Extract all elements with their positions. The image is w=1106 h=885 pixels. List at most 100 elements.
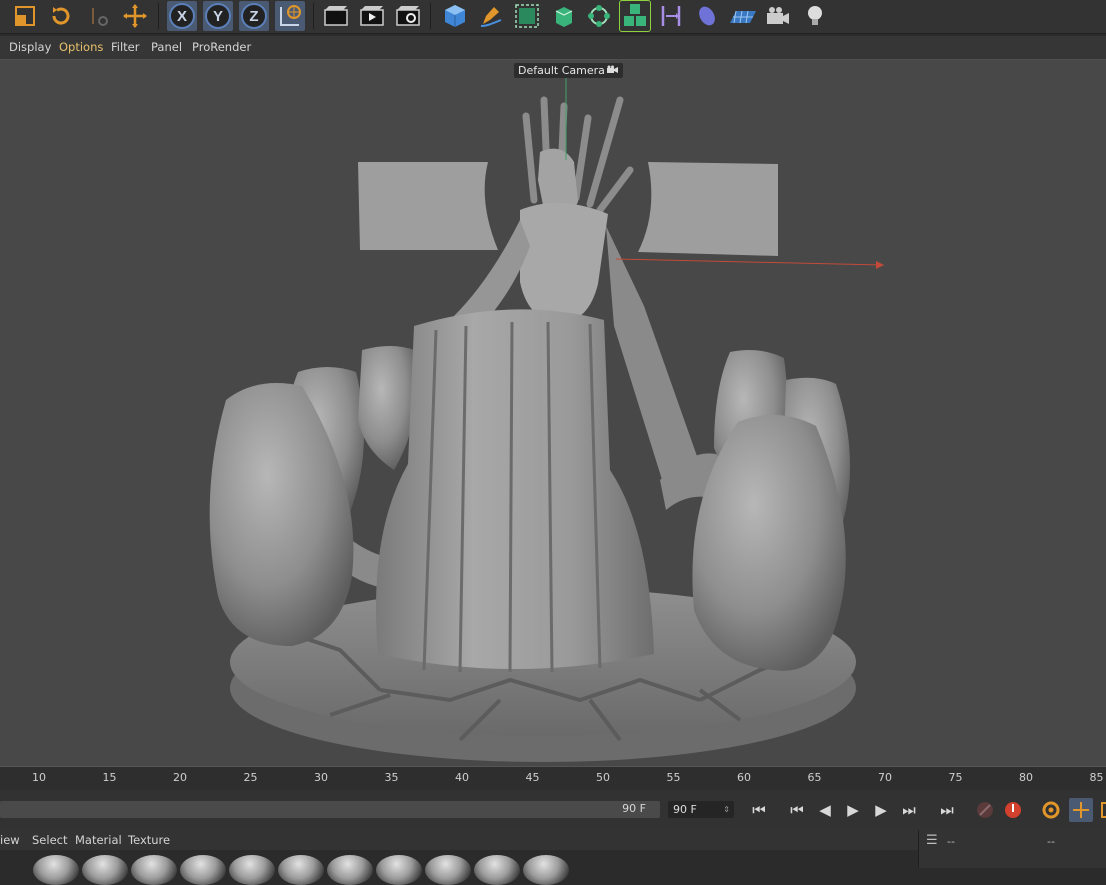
material-swatch[interactable]	[523, 855, 569, 885]
vase-back-center	[358, 346, 417, 470]
menu-view[interactable]: iew	[0, 833, 20, 847]
timeline-tick-label: 75	[948, 771, 963, 784]
viewport-menubar: Display Options Filter Panel ProRender	[0, 36, 1106, 60]
previous-frame-icon[interactable]: ◀	[813, 798, 837, 822]
menu-prorender[interactable]: ProRender	[192, 40, 251, 54]
world-coordinates-icon[interactable]	[275, 1, 305, 31]
stepper-arrows-icon[interactable]: ⇕	[723, 801, 730, 818]
z-axis-label: Z	[249, 8, 258, 25]
playback-bar: 90 F 90 F ⇕ ⏮ ⏮ ◀ ▶ ▶ ⏭ ⏭	[0, 790, 1106, 830]
menu-filter[interactable]: Filter	[111, 40, 139, 54]
3d-viewport[interactable]: Default Camera	[0, 60, 1106, 766]
render-settings-icon[interactable]	[393, 1, 423, 31]
coordinates-header-position: --	[947, 835, 955, 848]
next-key-icon[interactable]: ⏭	[897, 798, 921, 822]
camera-icon[interactable]	[764, 1, 794, 31]
material-swatch[interactable]	[376, 855, 422, 885]
cube-icon[interactable]	[440, 1, 470, 31]
menu-select[interactable]: Select	[32, 833, 67, 847]
timeline-tick-label: 15	[102, 771, 117, 784]
scene-model	[209, 70, 884, 762]
menu-material[interactable]: Material	[75, 833, 122, 847]
camera-label[interactable]: Default Camera	[514, 63, 623, 78]
menu-texture[interactable]: Texture	[128, 833, 170, 847]
material-swatch[interactable]	[82, 855, 128, 885]
range-end-value: 90 F	[622, 802, 646, 815]
light-icon[interactable]	[800, 1, 830, 31]
timeline-tick-label: 55	[666, 771, 681, 784]
coordinates-header-size: --	[1047, 835, 1055, 848]
render-view-icon[interactable]	[357, 1, 387, 31]
back-panel-left	[358, 162, 498, 250]
x-axis-arrow[interactable]	[876, 261, 884, 269]
y-axis-label: Y	[213, 8, 223, 25]
hamburger-menu-icon[interactable]: ☰	[926, 833, 938, 848]
subdivision-icon[interactable]	[512, 1, 542, 31]
play-icon[interactable]: ▶	[841, 798, 865, 822]
material-manager-menu: iew Select Material Texture	[0, 830, 918, 850]
go-to-end-icon[interactable]: ⏭	[935, 798, 959, 822]
menu-display[interactable]: Display	[9, 40, 51, 54]
back-panel-right	[638, 162, 778, 256]
material-swatch[interactable]	[33, 855, 79, 885]
material-swatch[interactable]	[229, 855, 275, 885]
timeline-ruler[interactable]: 10 15 20 25 30 35 40 45 50 55 60 65 70 75 80 85	[0, 766, 1106, 791]
next-frame-icon[interactable]: ▶	[869, 798, 893, 822]
keyframe-settings-icon[interactable]	[1039, 798, 1063, 822]
timeline-tick-label: 35	[384, 771, 399, 784]
main-toolbar: X Y Z	[0, 0, 1106, 34]
timeline-tick-label: 70	[878, 771, 892, 784]
render-region-icon[interactable]	[321, 1, 351, 31]
recent-tools-icon[interactable]	[84, 1, 114, 31]
go-to-start-icon[interactable]: ⏮	[747, 798, 771, 822]
timeline-tick-label: 10	[32, 771, 46, 784]
current-frame-value: 90 F	[673, 803, 697, 816]
record-disabled-icon[interactable]	[973, 798, 997, 822]
material-strip	[0, 850, 918, 885]
camera-label-text: Default Camera	[518, 64, 605, 77]
figure-torso	[520, 202, 608, 323]
material-swatch[interactable]	[180, 855, 226, 885]
coordinates-panel: ☰ -- --	[918, 830, 1106, 868]
floor-icon[interactable]	[728, 1, 758, 31]
timeline-tick-label: 50	[596, 771, 610, 784]
timeline-tick-label: 65	[807, 771, 822, 784]
mograph-icon[interactable]	[619, 0, 651, 32]
extrude-icon[interactable]	[548, 1, 578, 31]
figure-arm-right	[606, 226, 704, 486]
rotate-icon[interactable]	[46, 1, 76, 31]
previous-key-icon[interactable]: ⏮	[785, 798, 809, 822]
timeline-tick-label: 60	[737, 771, 751, 784]
cloner-icon[interactable]	[584, 1, 614, 31]
material-swatch[interactable]	[278, 855, 324, 885]
timeline-tick-label: 30	[314, 771, 328, 784]
material-swatch[interactable]	[327, 855, 373, 885]
menu-panel[interactable]: Panel	[151, 40, 182, 54]
scale-icon[interactable]	[10, 1, 40, 31]
frame-range-slider[interactable]: 90 F	[0, 801, 660, 818]
menu-options[interactable]: Options	[59, 40, 103, 54]
field-icon[interactable]	[692, 1, 722, 31]
x-axis-handle[interactable]	[615, 258, 883, 266]
keyframe-position-icon[interactable]	[1069, 798, 1093, 822]
material-swatch[interactable]	[474, 855, 520, 885]
timeline-tick-label: 40	[455, 771, 469, 784]
timeline-tick-label: 85	[1089, 771, 1104, 784]
y-axis-icon[interactable]: Y	[203, 1, 233, 31]
vase-front-right	[692, 414, 846, 671]
deformer-icon[interactable]	[656, 1, 686, 31]
keyframe-scale-icon[interactable]	[1095, 798, 1106, 822]
material-swatch[interactable]	[131, 855, 177, 885]
current-frame-field[interactable]: 90 F ⇕	[668, 801, 734, 818]
z-axis-icon[interactable]: Z	[239, 1, 269, 31]
x-axis-label: X	[177, 8, 187, 25]
x-axis-icon[interactable]: X	[167, 1, 197, 31]
move-icon[interactable]	[120, 1, 150, 31]
timeline-tick-label: 45	[525, 771, 540, 784]
central-shield	[376, 309, 654, 669]
camera-small-icon	[606, 63, 619, 78]
autokey-icon[interactable]	[1001, 798, 1025, 822]
material-swatch[interactable]	[425, 855, 471, 885]
timeline-tick-label: 20	[173, 771, 187, 784]
pen-icon[interactable]	[476, 1, 506, 31]
